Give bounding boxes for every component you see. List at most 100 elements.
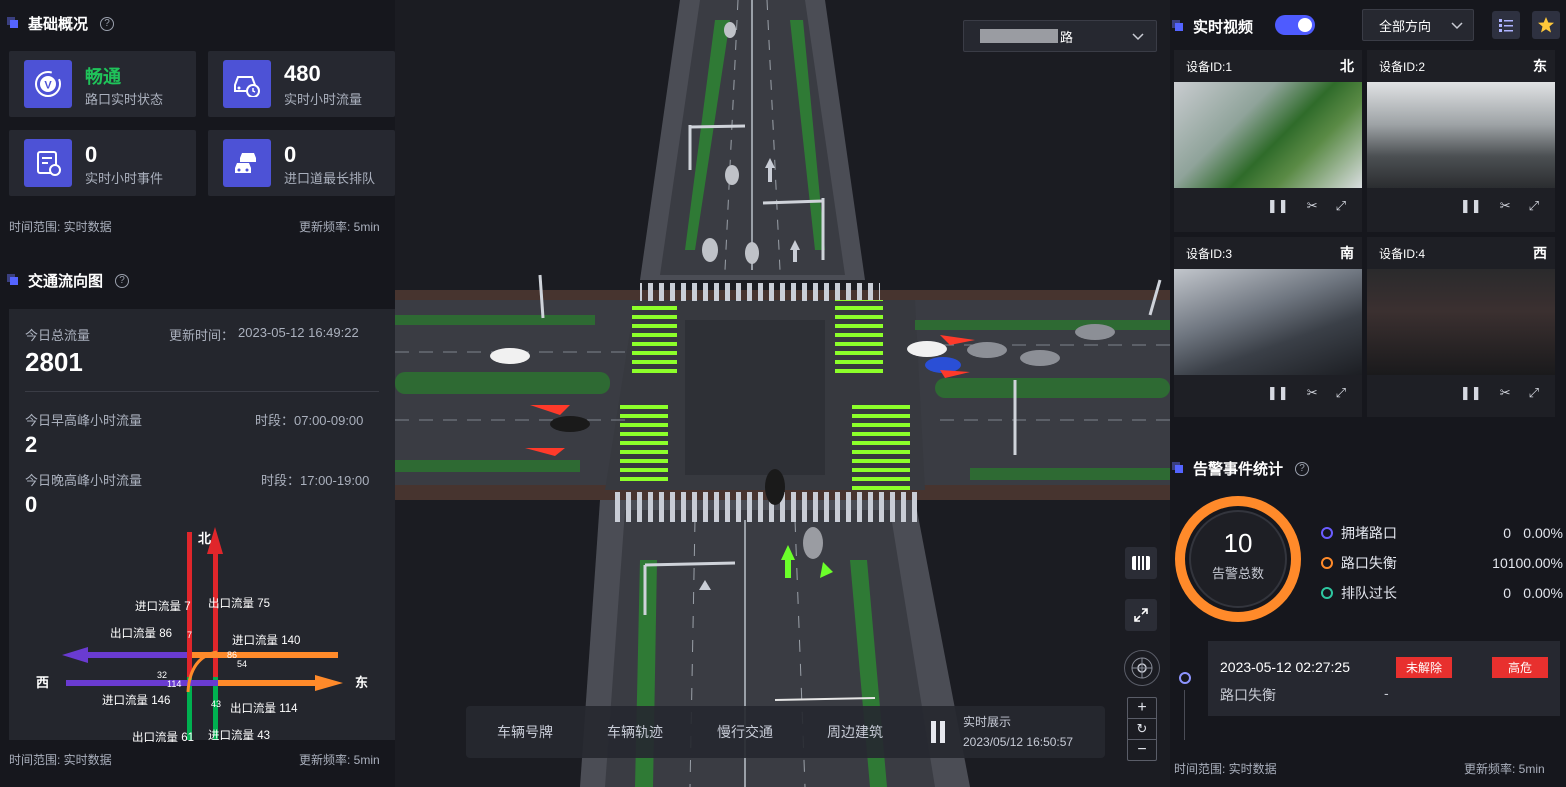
event-time: 2023-05-12 02:27:25 bbox=[1220, 659, 1350, 675]
camera-3[interactable]: 设备ID:3 南 ❚❚ ✂ ⤢ bbox=[1174, 237, 1362, 417]
live-info: 实时展示 2023/05/12 16:50:57 bbox=[963, 712, 1073, 752]
fullscreen-icon[interactable]: ⤢ bbox=[1529, 198, 1539, 214]
expand-icon[interactable] bbox=[1125, 599, 1157, 631]
svg-text:V: V bbox=[44, 80, 52, 92]
help-icon[interactable]: ? bbox=[1295, 461, 1310, 476]
compass-icon[interactable] bbox=[1124, 650, 1160, 686]
alarm-item-name: 路口失衡 bbox=[1340, 555, 1397, 571]
scissors-icon[interactable]: ✂ bbox=[1500, 198, 1511, 214]
camera-1-id: 设备ID:1 bbox=[1186, 59, 1233, 74]
camera-4-feed[interactable] bbox=[1367, 269, 1555, 375]
road-name-redacted bbox=[980, 29, 1058, 43]
total-flow-value: 2801 bbox=[25, 347, 83, 377]
pause-icon[interactable]: ❚❚ bbox=[1460, 385, 1482, 401]
reset-rotate-icon[interactable]: ↻ bbox=[1128, 719, 1156, 740]
imbalance-dot-icon bbox=[1321, 557, 1333, 569]
west-outflow: 出口流量 86 bbox=[110, 628, 172, 640]
video-header: 实时视频 bbox=[1175, 16, 1253, 37]
car-clock-icon bbox=[223, 60, 271, 108]
camera-3-id: 设备ID:3 bbox=[1186, 246, 1233, 261]
camera-2-feed[interactable] bbox=[1367, 82, 1555, 188]
help-icon[interactable]: ? bbox=[100, 16, 115, 31]
east-inflow: 进口流量 140 bbox=[232, 635, 301, 647]
south-inflow: 进口流量 43 bbox=[208, 730, 270, 742]
alarm-item-pct: 100.00% bbox=[1507, 555, 1564, 571]
kpi-card-hour-flow: 480 实时小时流量 bbox=[208, 51, 395, 117]
queue-dot-icon bbox=[1321, 587, 1333, 599]
car-queue-icon bbox=[223, 139, 271, 187]
event-level-badge: 高危 bbox=[1492, 657, 1548, 678]
north-inflow: 进口流量 7 bbox=[135, 601, 191, 613]
camera-4-direction: 西 bbox=[1533, 245, 1547, 261]
west-inflow: 进口流量 146 bbox=[102, 695, 171, 707]
pause-icon[interactable] bbox=[931, 721, 945, 743]
pause-icon[interactable]: ❚❚ bbox=[1460, 198, 1482, 214]
kpi-card-status: V 畅通 路口实时状态 bbox=[9, 51, 196, 117]
north-label: 北 bbox=[198, 531, 212, 546]
alarm-legend: 拥堵路口 0 0.00% 路口失衡 10 100.00% 排队过长 0 0.00… bbox=[1321, 518, 1563, 608]
chevron-down-icon bbox=[1132, 29, 1144, 44]
alarm-item-count: 10 bbox=[1492, 555, 1508, 571]
camera-2[interactable]: 设备ID:2 东 ❚❚ ✂ ⤢ bbox=[1367, 50, 1555, 232]
star-icon[interactable] bbox=[1532, 11, 1560, 39]
pm-peak-value: 0 bbox=[25, 492, 38, 517]
flow-value-114: 114 bbox=[167, 679, 182, 689]
road-select[interactable]: 路 bbox=[963, 20, 1157, 52]
zoom-controls: + ↻ − bbox=[1127, 697, 1157, 761]
alarm-header: 告警事件统计 ? bbox=[1175, 458, 1310, 479]
camera-4[interactable]: 设备ID:4 西 ❚❚ ✂ ⤢ bbox=[1367, 237, 1555, 417]
tab-plates[interactable]: 车辆号牌 bbox=[497, 722, 553, 742]
kpi-events-value: 0 bbox=[85, 142, 98, 167]
help-icon[interactable]: ? bbox=[115, 273, 130, 288]
fullscreen-icon[interactable]: ⤢ bbox=[1336, 385, 1346, 401]
tab-buildings[interactable]: 周边建筑 bbox=[827, 722, 883, 742]
alarm-total-value: 10 bbox=[1223, 528, 1253, 558]
road-select-value: 路 bbox=[1060, 29, 1074, 45]
intersection-3d-map[interactable] bbox=[395, 0, 1170, 787]
chevron-down-icon bbox=[1451, 18, 1463, 33]
camera-3-feed[interactable] bbox=[1174, 269, 1362, 375]
live-time: 2023/05/12 16:50:57 bbox=[963, 735, 1074, 749]
flow-title: 交通流向图 bbox=[28, 273, 104, 290]
flow-value-7: 7 bbox=[187, 630, 193, 640]
flow-time-range: 时间范围: 实时数据 bbox=[9, 753, 112, 767]
scissors-icon[interactable]: ✂ bbox=[1307, 385, 1318, 401]
scissors-icon[interactable]: ✂ bbox=[1307, 198, 1318, 214]
camera-1[interactable]: 设备ID:1 北 ❚❚ ✂ ⤢ bbox=[1174, 50, 1362, 232]
fullscreen-icon[interactable]: ⤢ bbox=[1336, 198, 1346, 214]
tab-slow-traffic[interactable]: 慢行交通 bbox=[717, 722, 773, 742]
video-title: 实时视频 bbox=[1193, 19, 1254, 36]
west-label: 西 bbox=[36, 675, 50, 690]
scissors-icon[interactable]: ✂ bbox=[1500, 385, 1511, 401]
flow-value-32: 32 bbox=[157, 670, 168, 680]
north-outflow: 出口流量 75 bbox=[208, 598, 270, 610]
section-marker-icon bbox=[10, 276, 18, 285]
south-outflow: 出口流量 61 bbox=[132, 732, 194, 744]
bottom-toolbar: 车辆号牌 车辆轨迹 慢行交通 周边建筑 实时展示 2023/05/12 16:5… bbox=[466, 706, 1105, 758]
direction-select[interactable]: 全部方向 bbox=[1362, 9, 1474, 41]
pm-peak-label: 今日晚高峰小时流量 bbox=[25, 473, 143, 488]
camera-1-direction: 北 bbox=[1340, 58, 1354, 74]
layers-icon[interactable] bbox=[1125, 547, 1157, 579]
zoom-out-icon[interactable]: − bbox=[1128, 740, 1156, 760]
pause-icon[interactable]: ❚❚ bbox=[1267, 198, 1289, 214]
video-toggle[interactable] bbox=[1275, 15, 1315, 35]
am-peak-period: 时段：07:00-09:00 bbox=[255, 413, 364, 428]
direction-select-value: 全部方向 bbox=[1379, 18, 1432, 34]
zoom-in-icon[interactable]: + bbox=[1128, 698, 1156, 719]
event-card[interactable]: 2023-05-12 02:27:25 未解除 高危 路口失衡 - bbox=[1208, 641, 1560, 716]
pause-icon[interactable]: ❚❚ bbox=[1267, 385, 1289, 401]
alarm-item-count: 0 bbox=[1503, 585, 1511, 601]
timeline-dot-icon bbox=[1179, 672, 1191, 684]
alarm-item-name: 拥堵路口 bbox=[1341, 525, 1397, 541]
list-view-icon[interactable] bbox=[1492, 11, 1520, 39]
flow-header: 交通流向图 ? bbox=[10, 270, 130, 291]
event-document-icon bbox=[24, 139, 72, 187]
camera-1-feed[interactable] bbox=[1174, 82, 1362, 188]
kpi-status-label: 路口实时状态 bbox=[85, 92, 164, 107]
tab-trajectory[interactable]: 车辆轨迹 bbox=[607, 722, 663, 742]
event-detail: - bbox=[1384, 685, 1389, 701]
fullscreen-icon[interactable]: ⤢ bbox=[1529, 385, 1539, 401]
alarm-item-pct: 0.00% bbox=[1523, 585, 1563, 601]
event-type: 路口失衡 bbox=[1220, 687, 1276, 703]
